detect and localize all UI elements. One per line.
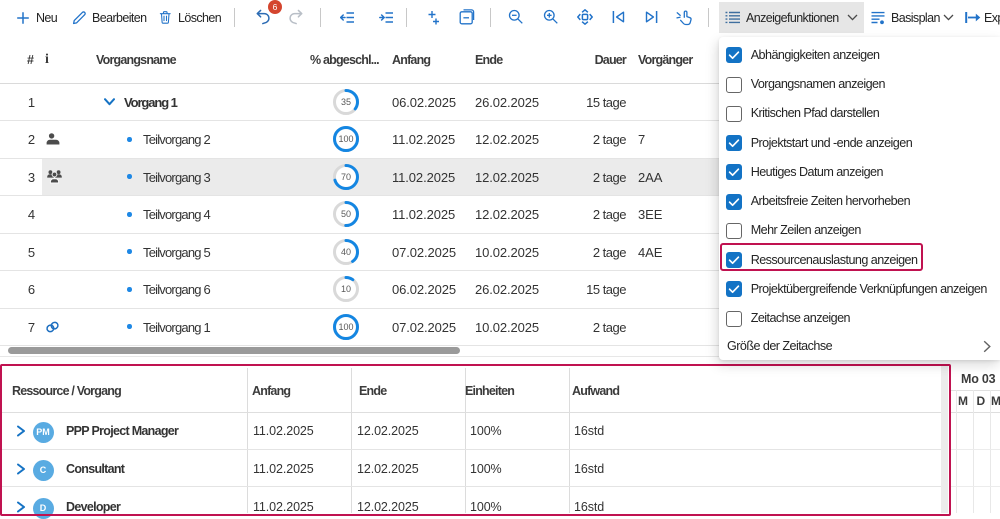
svg-text:100: 100 — [338, 134, 353, 144]
svg-text:40: 40 — [340, 247, 350, 257]
svg-text:35: 35 — [340, 97, 350, 107]
svg-text:100: 100 — [338, 322, 353, 332]
svg-text:10: 10 — [340, 284, 350, 294]
svg-text:50: 50 — [340, 209, 350, 219]
svg-text:70: 70 — [340, 172, 350, 182]
